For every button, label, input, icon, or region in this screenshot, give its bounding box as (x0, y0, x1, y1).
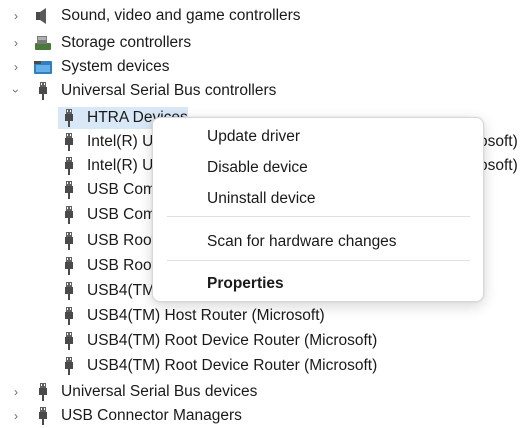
chevron-down-icon[interactable]: › (4, 85, 28, 97)
tree-node-usb-controllers[interactable]: › Universal Serial Bus controllers (0, 79, 520, 103)
menu-item-uninstall-device[interactable]: Uninstall device (207, 185, 316, 213)
usb-plug-icon (65, 206, 73, 224)
tree-node-label: USB Com (87, 181, 156, 198)
tree-node-usb4-root-device-router-1[interactable]: USB4(TM) Root Device Router (Microsoft) (0, 329, 520, 353)
system-folder-icon (34, 61, 52, 74)
chevron-right-icon[interactable]: › (10, 31, 22, 55)
tree-node-sound-video-game-controllers[interactable]: › Sound, video and game controllers (0, 4, 520, 28)
tree-node-usb4-root-device-router-2[interactable]: USB4(TM) Root Device Router (Microsoft) (0, 354, 520, 378)
tree-node-label: USB Root (87, 232, 156, 249)
usb-plug-icon (65, 332, 73, 350)
usb-plug-icon (65, 307, 73, 325)
storage-controller-icon (35, 36, 51, 50)
tree-node-label: Intel(R) U: (87, 133, 158, 150)
usb-plug-icon (65, 257, 73, 275)
tree-node-usb4-host-router-2[interactable]: USB4(TM) Host Router (Microsoft) (0, 304, 520, 328)
tree-node-label: Intel(R) U: (87, 157, 158, 174)
tree-node-label: Storage controllers (61, 34, 192, 51)
usb-plug-icon (65, 109, 73, 127)
menu-item-disable-device[interactable]: Disable device (207, 154, 308, 182)
tree-node-storage-controllers[interactable]: › Storage controllers (0, 31, 520, 55)
usb-plug-icon (65, 133, 73, 151)
tree-node-label-suffix: osoft) (479, 133, 518, 150)
tree-node-label: USB Connector Managers (61, 407, 242, 424)
chevron-right-icon[interactable]: › (10, 4, 22, 28)
menu-item-scan-for-hardware-changes[interactable]: Scan for hardware changes (207, 228, 397, 256)
usb-plug-icon (39, 383, 47, 401)
tree-node-usb-connector-managers[interactable]: › USB Connector Managers (0, 404, 520, 428)
usb-plug-icon (65, 357, 73, 375)
menu-item-properties[interactable]: Properties (207, 270, 284, 298)
menu-item-update-driver[interactable]: Update driver (207, 123, 300, 151)
tree-node-label: USB Com (87, 206, 156, 223)
tree-node-label: Universal Serial Bus devices (61, 383, 258, 400)
tree-node-label: System devices (61, 58, 170, 75)
tree-node-label: Universal Serial Bus controllers (61, 82, 277, 99)
context-menu: Update driver Disable device Uninstall d… (152, 117, 484, 302)
usb-plug-icon (65, 157, 73, 175)
chevron-right-icon[interactable]: › (10, 404, 22, 428)
chevron-right-icon[interactable]: › (10, 380, 22, 404)
tree-node-system-devices[interactable]: › System devices (0, 55, 520, 79)
tree-node-label: USB4(TM) Root Device Router (Microsoft) (87, 332, 378, 349)
menu-separator (167, 216, 470, 217)
usb-plug-icon (39, 407, 47, 425)
usb-plug-icon (65, 282, 73, 300)
tree-node-label: Sound, video and game controllers (61, 7, 301, 24)
tree-node-label: USB4(TM) Root Device Router (Microsoft) (87, 357, 378, 374)
chevron-right-icon[interactable]: › (10, 55, 22, 79)
tree-node-usb-devices[interactable]: › Universal Serial Bus devices (0, 380, 520, 404)
usb-plug-icon (39, 82, 47, 100)
usb-plug-icon (65, 181, 73, 199)
menu-separator (167, 260, 470, 261)
tree-node-label-suffix: osoft) (479, 157, 518, 174)
speaker-icon (36, 8, 46, 24)
tree-node-label: USB Root (87, 257, 156, 274)
usb-plug-icon (65, 232, 73, 250)
tree-node-label: USB4(TM) Host Router (Microsoft) (87, 307, 325, 324)
tree-node-label: USB4(TM) (87, 282, 161, 299)
